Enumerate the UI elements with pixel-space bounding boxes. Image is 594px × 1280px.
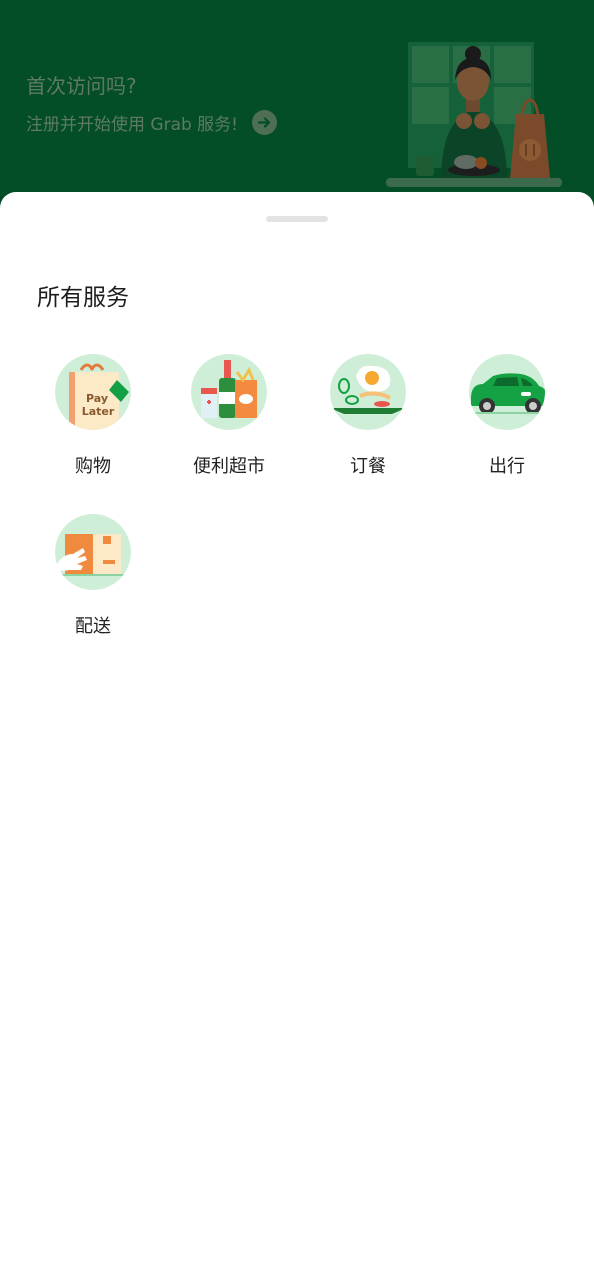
grocery-icon bbox=[191, 354, 267, 430]
banner-subtitle[interactable]: 注册并开始使用 Grab 服务! bbox=[26, 110, 277, 135]
paylater-text-1: Pay bbox=[86, 392, 108, 405]
service-mart[interactable]: 便利超市 bbox=[159, 354, 299, 478]
car-icon bbox=[469, 354, 545, 430]
arrow-right-icon[interactable] bbox=[252, 110, 277, 135]
service-label: 便利超市 bbox=[193, 456, 265, 477]
drag-handle[interactable] bbox=[266, 216, 328, 222]
food-icon bbox=[330, 354, 406, 430]
paylater-bag-icon: Pay Later bbox=[55, 354, 131, 430]
service-delivery[interactable]: 配送 bbox=[23, 514, 163, 638]
banner-subtitle-text: 注册并开始使用 Grab 服务! bbox=[26, 115, 238, 135]
service-label: 配送 bbox=[75, 616, 111, 637]
service-shopping[interactable]: Pay Later 购物 bbox=[23, 354, 163, 478]
signup-banner[interactable]: 首次访问吗? 注册并开始使用 Grab 服务! bbox=[0, 0, 594, 215]
woman-eating-illustration bbox=[386, 42, 562, 187]
service-transport[interactable]: 出行 bbox=[437, 354, 577, 478]
delivery-box-icon bbox=[55, 514, 131, 590]
section-title: 所有服务 bbox=[37, 285, 129, 311]
banner-title: 首次访问吗? bbox=[26, 74, 137, 98]
service-label: 购物 bbox=[75, 456, 111, 477]
paylater-text-2: Later bbox=[82, 405, 115, 418]
services-sheet: 所有服务 Pay Later 购物 便利超市 订餐 出行 配送 bbox=[0, 192, 594, 1280]
service-label: 出行 bbox=[489, 456, 525, 477]
service-label: 订餐 bbox=[350, 456, 386, 477]
service-food[interactable]: 订餐 bbox=[298, 354, 438, 478]
